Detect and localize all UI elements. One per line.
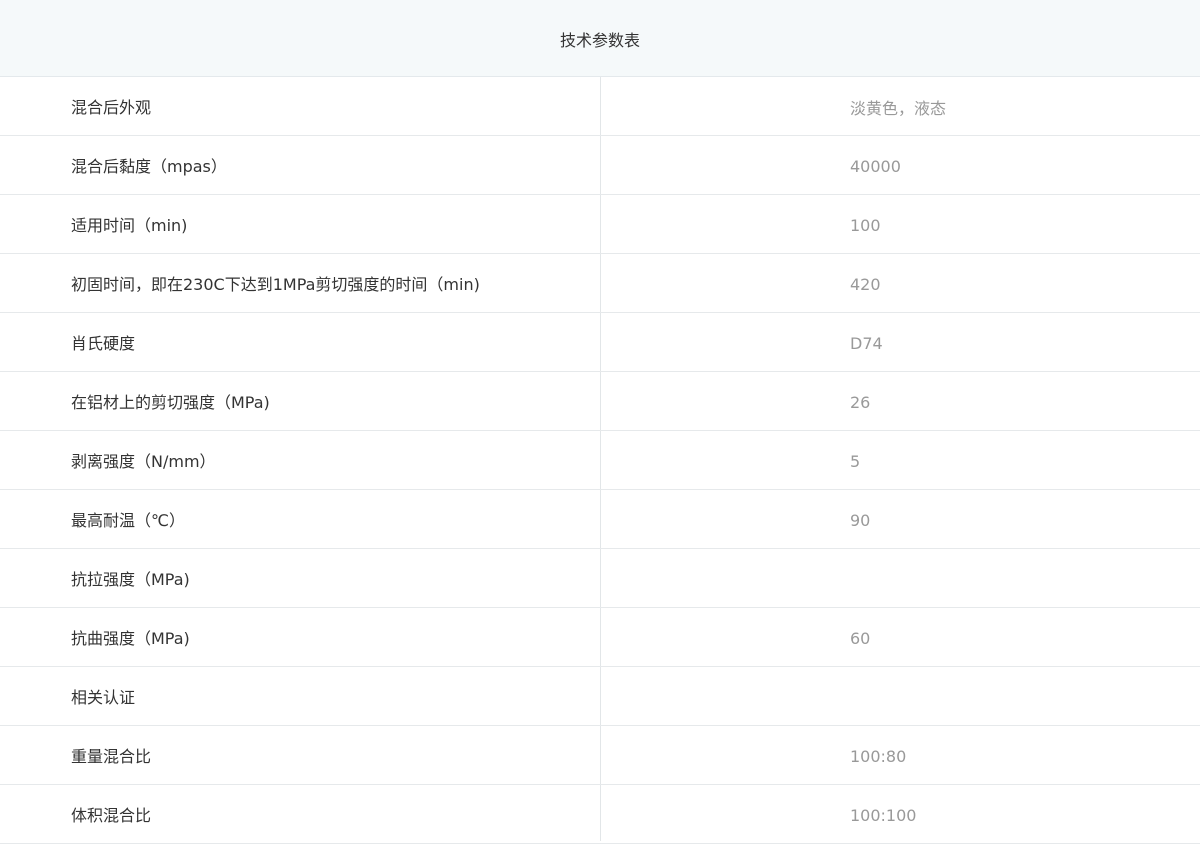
param-value: 60 (850, 628, 871, 648)
table-row: 混合后外观 淡黄色，液态 (0, 77, 1200, 136)
table-row: 相关认证 (0, 667, 1200, 726)
param-value: 26 (850, 392, 871, 412)
param-value: 淡黄色，液态 (850, 99, 947, 118)
param-name: 抗曲强度（MPa) (71, 629, 190, 648)
param-value: 100:100 (850, 805, 917, 825)
table-row: 抗拉强度（MPa) (0, 549, 1200, 608)
param-name: 混合后外观 (71, 98, 152, 117)
param-value: 100:80 (850, 746, 907, 766)
param-name: 剥离强度（N/mm） (71, 452, 216, 471)
table-row: 重量混合比 100:80 (0, 726, 1200, 785)
table-row: 混合后黏度（mpas） 40000 (0, 136, 1200, 195)
param-value: 40000 (850, 156, 901, 176)
table-row: 适用时间（min) 100 (0, 195, 1200, 254)
table-row: 抗曲强度（MPa) 60 (0, 608, 1200, 667)
param-name: 最高耐温（℃） (71, 511, 185, 530)
table-body: 混合后外观 淡黄色，液态 混合后黏度（mpas） 40000 适用时间（min)… (0, 77, 1200, 844)
table-row: 肖氏硬度 D74 (0, 313, 1200, 372)
param-value: 5 (850, 451, 861, 471)
param-name: 体积混合比 (71, 806, 152, 825)
spec-table: 技术参数表 混合后外观 淡黄色，液态 混合后黏度（mpas） 40000 适用时… (0, 0, 1200, 844)
param-name: 适用时间（min) (71, 216, 188, 235)
param-name: 重量混合比 (71, 747, 152, 766)
param-value: 420 (850, 274, 881, 294)
table-header: 技术参数表 (0, 0, 1200, 77)
table-row: 剥离强度（N/mm） 5 (0, 431, 1200, 490)
table-row: 初固时间，即在230C下达到1MPa剪切强度的时间（min) 420 (0, 254, 1200, 313)
param-name: 抗拉强度（MPa) (71, 570, 190, 589)
param-name: 在铝材上的剪切强度（MPa) (71, 393, 270, 412)
table-title: 技术参数表 (559, 31, 640, 50)
table-row: 在铝材上的剪切强度（MPa) 26 (0, 372, 1200, 431)
table-row: 体积混合比 100:100 (0, 785, 1200, 844)
table-row: 最高耐温（℃） 90 (0, 490, 1200, 549)
param-value: 90 (850, 510, 871, 530)
param-name: 混合后黏度（mpas） (71, 157, 227, 176)
param-name: 相关认证 (71, 688, 136, 707)
param-value: D74 (850, 333, 883, 353)
param-name: 初固时间，即在230C下达到1MPa剪切强度的时间（min) (71, 275, 480, 294)
param-name: 肖氏硬度 (71, 334, 136, 353)
param-value: 100 (850, 215, 881, 235)
